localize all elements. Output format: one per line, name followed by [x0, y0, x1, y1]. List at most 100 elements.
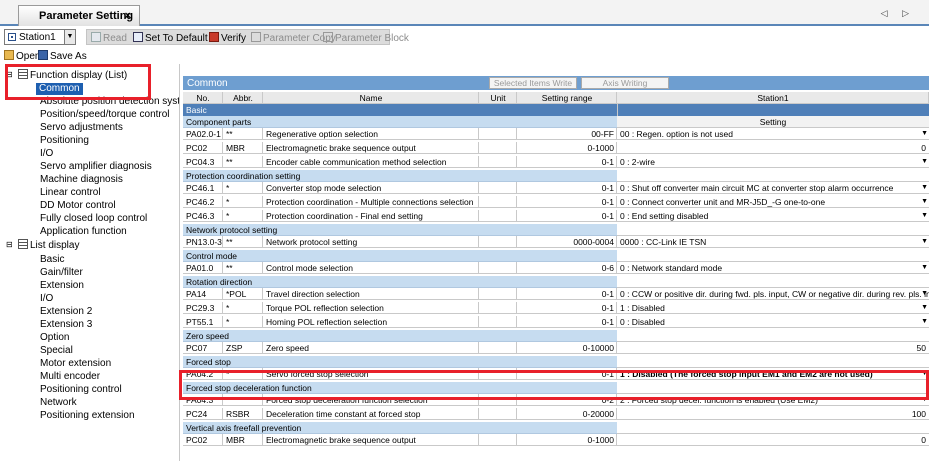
tree-item-positioning-control[interactable]: Positioning control: [40, 384, 122, 396]
tree-item-io[interactable]: I/O: [40, 148, 53, 160]
chevron-down-icon[interactable]: ▼: [921, 129, 928, 139]
cell-unit: [479, 156, 517, 168]
setting-value: 00 : Regen. option is not used: [620, 129, 733, 139]
tree-item-servo-adjustments[interactable]: Servo adjustments: [40, 122, 123, 134]
parameter-block-button[interactable]: Parameter Block: [323, 32, 409, 44]
tree-item-extension-3[interactable]: Extension 3: [40, 319, 92, 331]
cell-no: PC24: [183, 408, 223, 420]
table-row: PC04.3 ** Encoder cable communication meth…: [183, 156, 929, 168]
cell-name: Homing POL reflection selection: [263, 316, 479, 328]
tree-item-option[interactable]: Option: [40, 332, 69, 344]
tree-item-special[interactable]: Special: [40, 345, 73, 357]
tree-item-basic[interactable]: Basic: [40, 254, 64, 266]
setting-cell: [617, 422, 929, 434]
file-toolbar: Open Save As: [0, 48, 929, 62]
setting-value: 0 : Disabled: [620, 317, 665, 327]
tree-item-extension[interactable]: Extension: [40, 280, 84, 292]
cell-abbr: **: [223, 128, 263, 140]
cell-no: PA14: [183, 288, 223, 300]
cell-unit: [479, 288, 517, 300]
tree-node-list-display[interactable]: List display: [18, 239, 79, 251]
setting-dropdown[interactable]: 0 : 2-wire ▼: [617, 156, 929, 168]
tree-item-dd-motor[interactable]: DD Motor control: [40, 200, 116, 212]
verify-button[interactable]: Verify: [209, 32, 246, 44]
grid-title-bar: Common Selected Items Write Axis Writing: [183, 76, 929, 90]
setting-dropdown[interactable]: 0 : CCW or positive dir. during fwd. pls…: [617, 288, 929, 300]
table-row: PC02 MBR Electromagnetic brake sequence ou…: [183, 142, 929, 154]
setting-input[interactable]: 0: [617, 142, 929, 154]
tree-item-fully-closed[interactable]: Fully closed loop control: [40, 213, 147, 225]
tree-item-motor-extension[interactable]: Motor extension: [40, 358, 111, 370]
default-icon: [133, 32, 143, 42]
chevron-down-icon[interactable]: ▼: [921, 211, 928, 221]
tree-item-multi-encoder[interactable]: Multi encoder: [40, 371, 100, 383]
chevron-down-icon[interactable]: ▼: [921, 157, 928, 167]
cell-abbr: **: [223, 236, 263, 248]
tree-item-extension-2[interactable]: Extension 2: [40, 306, 92, 318]
close-icon[interactable]: ×: [125, 10, 131, 22]
station-select[interactable]: Station1 ▼: [4, 29, 76, 45]
chevron-down-icon[interactable]: ▼: [921, 197, 928, 207]
setting-dropdown[interactable]: 0 : End setting disabled ▼: [617, 210, 929, 222]
tree-item-network[interactable]: Network: [40, 397, 77, 409]
collapse-icon[interactable]: ⊟: [6, 239, 13, 251]
chevron-down-icon[interactable]: ▼: [921, 237, 928, 247]
cell-no: PC02: [183, 434, 223, 446]
setting-input[interactable]: 100: [617, 408, 929, 420]
save-icon: [38, 50, 48, 60]
tree-item-linear-control[interactable]: Linear control: [40, 187, 101, 199]
read-button[interactable]: Read: [91, 32, 127, 44]
setting-dropdown[interactable]: 1 : Disabled ▼: [617, 302, 929, 314]
tree-item-machine-diagnosis[interactable]: Machine diagnosis: [40, 174, 123, 186]
selected-items-write-button[interactable]: Selected Items Write: [489, 77, 577, 89]
tab-nav-arrows[interactable]: ◁ ▷: [881, 8, 915, 19]
setting-dropdown[interactable]: 0 : Network standard mode ▼: [617, 262, 929, 274]
cell-unit: [479, 316, 517, 328]
tree-item-gain-filter[interactable]: Gain/filter: [40, 267, 83, 279]
navigation-tree: ⊟ Function display (List) Common Absolut…: [0, 64, 180, 461]
setting-input[interactable]: 0: [617, 434, 929, 446]
cell-name: Converter stop mode selection: [263, 182, 479, 194]
section-row: Network protocol setting: [183, 224, 929, 236]
tree-item-positioning-extension[interactable]: Positioning extension: [40, 410, 135, 422]
cell-abbr: ZSP: [223, 342, 263, 354]
tree-item-application-function[interactable]: Application function: [40, 226, 127, 238]
table-row: PA01.0 ** Control mode selection 0-6 0 : Net…: [183, 262, 929, 274]
save-as-button[interactable]: Save As: [38, 50, 87, 62]
setting-input[interactable]: 50: [617, 342, 929, 354]
chevron-down-icon[interactable]: ▼: [921, 183, 928, 193]
setting-dropdown[interactable]: 00 : Regen. option is not used ▼: [617, 128, 929, 140]
setting-dropdown[interactable]: 0 : Shut off converter main circuit MC a…: [617, 182, 929, 194]
axis-writing-button[interactable]: Axis Writing: [581, 77, 669, 89]
cell-abbr: MBR: [223, 142, 263, 154]
setting-cell: [617, 170, 929, 182]
setting-dropdown[interactable]: 0 : Disabled ▼: [617, 316, 929, 328]
setting-dropdown[interactable]: 0 : Connect converter unit and MR-J5D_-G…: [617, 196, 929, 208]
setting-dropdown[interactable]: 0000 : CC-Link IE TSN ▼: [617, 236, 929, 248]
table-row: PT55.1 * Homing POL reflection selection 0-…: [183, 316, 929, 328]
cell-name: Regenerative option selection: [263, 128, 479, 140]
table-row: PA02.0-1 ** Regenerative option selection 0…: [183, 128, 929, 140]
section-row: Forced stop: [183, 356, 929, 368]
cell-range: 0-6: [517, 262, 617, 274]
tree-item-positioning[interactable]: Positioning: [40, 135, 89, 147]
chevron-down-icon[interactable]: ▼: [921, 289, 928, 299]
chevron-down-icon[interactable]: ▼: [921, 263, 928, 273]
station-label: Station1: [19, 32, 56, 43]
section-row: Vertical axis freefall prevention: [183, 422, 929, 434]
tree-item-amplifier-diagnosis[interactable]: Servo amplifier diagnosis: [40, 161, 152, 173]
set-default-button[interactable]: Set To Default: [133, 32, 208, 44]
tree-item-position-speed-torque[interactable]: Position/speed/torque control: [40, 109, 170, 121]
chevron-down-icon[interactable]: ▼: [64, 29, 76, 45]
cell-name: Deceleration time constant at forced sto…: [263, 408, 479, 420]
station-icon: [8, 33, 16, 41]
cell-no: PC46.1: [183, 182, 223, 194]
tab-parameter-setting[interactable]: Parameter Setting ×: [18, 5, 140, 26]
open-button[interactable]: Open: [4, 50, 40, 62]
chevron-down-icon[interactable]: ▼: [921, 317, 928, 327]
cell-no: PA01.0: [183, 262, 223, 274]
chevron-down-icon[interactable]: ▼: [921, 303, 928, 313]
setting-value: 0: [921, 143, 926, 153]
tree-item-list-io[interactable]: I/O: [40, 293, 53, 305]
tab-bar: Parameter Setting × ◁ ▷: [0, 0, 929, 26]
